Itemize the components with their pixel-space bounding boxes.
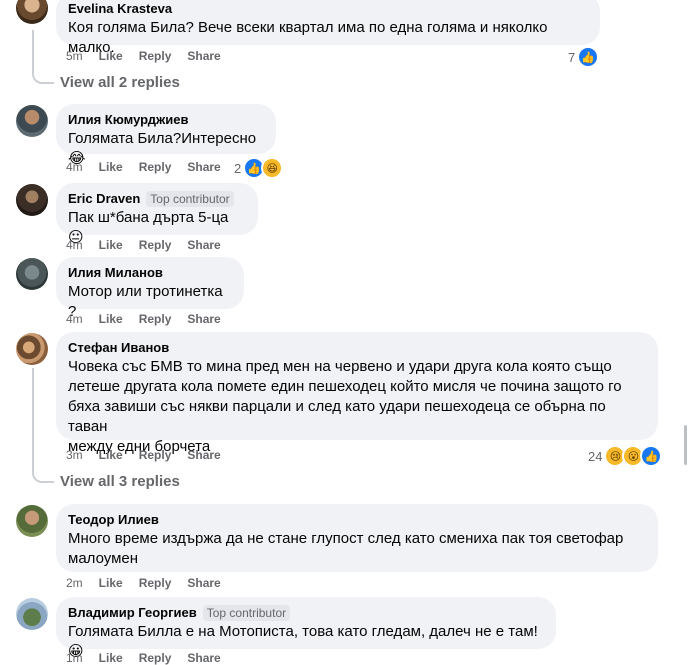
reaction-summary[interactable]: 24 😢 😮 👍 bbox=[588, 445, 663, 467]
reaction-summary[interactable]: 7 👍 bbox=[568, 46, 600, 68]
share-button[interactable]: Share bbox=[187, 312, 220, 326]
comment-actions: 2m Like Reply Share bbox=[66, 576, 221, 590]
share-button[interactable]: Share bbox=[187, 576, 220, 590]
comment-text: Човека със БМВ то мина пред мен на черве… bbox=[68, 357, 646, 457]
reply-button[interactable]: Reply bbox=[139, 576, 172, 590]
top-contributor-badge: Top contributor bbox=[202, 605, 291, 621]
comment-text: Много време издържа да не стане глупост … bbox=[68, 529, 646, 569]
avatar[interactable] bbox=[16, 184, 48, 216]
avatar[interactable] bbox=[16, 598, 48, 630]
comment-author[interactable]: Теодор Илиев bbox=[68, 512, 646, 528]
comment-bubble: Илия Кюмурджиев Голямата Била?Интересно😂 bbox=[56, 104, 276, 167]
reaction-count: 24 bbox=[588, 448, 603, 464]
reply-button[interactable]: Reply bbox=[139, 651, 172, 665]
scrollbar-thumb[interactable] bbox=[684, 425, 687, 465]
comment-actions: 4m Like Reply Share bbox=[66, 312, 221, 326]
thread-connector bbox=[32, 368, 54, 483]
share-button[interactable]: Share bbox=[187, 160, 220, 174]
share-button[interactable]: Share bbox=[187, 651, 220, 665]
like-reaction-icon: 👍 bbox=[577, 46, 600, 68]
comment-author[interactable]: Владимир Георгиев Top contributor bbox=[68, 605, 544, 621]
comment-actions: 1m Like Reply Share bbox=[66, 651, 221, 665]
comment-text-line: Много време издържа да не стане глупост … bbox=[68, 530, 624, 547]
comment-bubble: Илия Миланов Мотор или тротинетка ? bbox=[56, 257, 244, 320]
comment-author[interactable]: Eric Draven Top contributor bbox=[68, 191, 246, 207]
like-button[interactable]: Like bbox=[99, 160, 123, 174]
comment-timestamp[interactable]: 4m bbox=[66, 238, 83, 252]
view-replies-link[interactable]: View all 3 replies bbox=[60, 473, 180, 490]
reply-button[interactable]: Reply bbox=[139, 160, 172, 174]
comment-actions: 5m Like Reply Share bbox=[66, 49, 221, 63]
reply-button[interactable]: Reply bbox=[139, 448, 172, 462]
reaction-count: 7 bbox=[568, 49, 576, 65]
reply-button[interactable]: Reply bbox=[139, 49, 172, 63]
like-button[interactable]: Like bbox=[99, 576, 123, 590]
avatar[interactable] bbox=[16, 105, 48, 137]
thread-connector bbox=[32, 30, 54, 84]
like-button[interactable]: Like bbox=[99, 448, 123, 462]
comment-text-line: Човека със БМВ то мина пред мен на черве… bbox=[68, 358, 612, 375]
like-reaction-icon: 👍 bbox=[640, 445, 663, 467]
comment-actions: 3m Like Reply Share bbox=[66, 448, 221, 462]
top-contributor-badge: Top contributor bbox=[146, 191, 234, 207]
reaction-summary[interactable]: 2 👍 😆 bbox=[234, 157, 284, 179]
author-name[interactable]: Владимир Георгиев bbox=[68, 605, 197, 620]
avatar[interactable] bbox=[16, 333, 48, 365]
comment-actions: 4m Like Reply Share bbox=[66, 238, 221, 252]
scrollbar[interactable] bbox=[684, 0, 688, 660]
comment-author[interactable]: Илия Миланов bbox=[68, 265, 232, 281]
comment-author[interactable]: Стефан Иванов bbox=[68, 340, 646, 356]
share-button[interactable]: Share bbox=[187, 238, 220, 252]
like-button[interactable]: Like bbox=[99, 651, 123, 665]
comment-text-line: бяха завиши със някви парцали и след кат… bbox=[68, 398, 606, 435]
comment-timestamp[interactable]: 4m bbox=[66, 312, 83, 326]
reply-button[interactable]: Reply bbox=[139, 312, 172, 326]
comment-timestamp[interactable]: 4m bbox=[66, 160, 83, 174]
like-button[interactable]: Like bbox=[99, 49, 123, 63]
like-button[interactable]: Like bbox=[99, 238, 123, 252]
comment-timestamp[interactable]: 3m bbox=[66, 448, 83, 462]
comment-actions: 4m Like Reply Share bbox=[66, 160, 221, 174]
comment-author[interactable]: Evelina Krasteva bbox=[68, 1, 588, 17]
reaction-count: 2 bbox=[234, 160, 242, 176]
comment-bubble: Стефан Иванов Човека със БМВ то мина пре… bbox=[56, 332, 658, 455]
share-button[interactable]: Share bbox=[187, 49, 220, 63]
comment-timestamp[interactable]: 1m bbox=[66, 651, 83, 665]
comment-bubble: Evelina Krasteva Коя голяма Била? Вече в… bbox=[56, 0, 600, 56]
comment-text-line: летеше другата кола помете един пешеходе… bbox=[68, 378, 622, 395]
comment-bubble: Владимир Георгиев Top contributor Голямат… bbox=[56, 597, 556, 660]
comment-timestamp[interactable]: 2m bbox=[66, 576, 83, 590]
author-name[interactable]: Eric Draven bbox=[68, 191, 140, 206]
view-replies-link[interactable]: View all 2 replies bbox=[60, 74, 180, 91]
share-button[interactable]: Share bbox=[187, 448, 220, 462]
comment-timestamp[interactable]: 5m bbox=[66, 49, 83, 63]
comment-bubble: Eric Draven Top contributor Пак ш*бана дъ… bbox=[56, 183, 258, 246]
avatar[interactable] bbox=[16, 258, 48, 290]
avatar[interactable] bbox=[16, 505, 48, 537]
comment-bubble: Теодор Илиев Много време издържа да не с… bbox=[56, 504, 658, 572]
reply-button[interactable]: Reply bbox=[139, 238, 172, 252]
like-button[interactable]: Like bbox=[99, 312, 123, 326]
comment-author[interactable]: Илия Кюмурджиев bbox=[68, 112, 264, 128]
avatar[interactable] bbox=[16, 0, 48, 24]
haha-reaction-icon: 😆 bbox=[261, 157, 284, 179]
comment-text-line: малоумен bbox=[68, 550, 139, 567]
